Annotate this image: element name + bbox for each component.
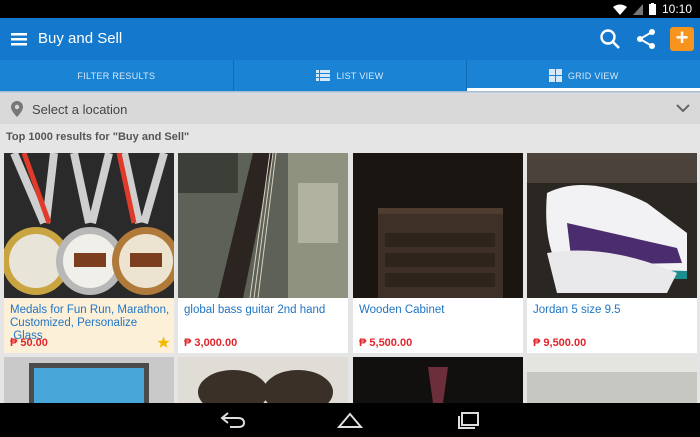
status-time: 10:10: [661, 2, 692, 16]
tab-label: LIST VIEW: [336, 70, 384, 81]
view-tabs: FILTER RESULTS LIST VIEW GRID VIEW: [0, 60, 700, 91]
listing-photo-medals: [4, 153, 174, 298]
listing-photo: [4, 357, 174, 403]
listing-card[interactable]: [527, 357, 697, 403]
location-pin-icon: [11, 101, 23, 117]
app-title: Buy and Sell: [38, 30, 123, 47]
listing-photo: [353, 357, 523, 403]
location-selector[interactable]: Select a location: [0, 94, 700, 124]
listing-photo: [527, 357, 697, 403]
listing-title: global bass guitar 2nd hand: [184, 304, 326, 316]
status-bar: 10:10: [0, 0, 700, 18]
listing-title: Jordan 5 size 9.5: [533, 304, 621, 316]
battery-icon: [648, 3, 656, 15]
listing-title: Wooden Cabinet: [359, 304, 445, 316]
tab-filter-results[interactable]: FILTER RESULTS: [0, 60, 234, 91]
share-icon[interactable]: [634, 27, 658, 51]
tab-label: GRID VIEW: [567, 70, 619, 81]
system-nav-bar: [0, 403, 700, 437]
tab-grid-view[interactable]: GRID VIEW: [467, 60, 700, 91]
list-icon: [316, 70, 331, 81]
listing-photo-cabinet: [353, 153, 523, 298]
listing-card[interactable]: Wooden Cabinet ₱ 5,500.00: [353, 153, 523, 353]
app-bar: Buy and Sell +: [0, 18, 700, 60]
add-listing-button[interactable]: +: [670, 27, 694, 51]
signal-icon: [632, 3, 643, 15]
location-label: Select a location: [32, 102, 128, 117]
wifi-icon: [612, 4, 627, 15]
listing-photo-sneakers: [527, 153, 697, 298]
grid-icon: [548, 69, 562, 82]
listing-card[interactable]: [178, 357, 348, 403]
listing-card[interactable]: [4, 357, 174, 403]
listing-price: ₱ 9,500.00: [533, 337, 587, 349]
listing-price: ₱ 50.00: [10, 337, 48, 349]
listing-card[interactable]: [353, 357, 523, 403]
menu-icon[interactable]: [10, 30, 28, 48]
tab-label: FILTER RESULTS: [77, 70, 156, 81]
listing-card[interactable]: Jordan 5 size 9.5 ₱ 9,500.00: [527, 153, 697, 353]
search-icon[interactable]: [598, 27, 622, 51]
listing-card[interactable]: Medals for Fun Run, Marathon, Customized…: [4, 153, 174, 353]
star-icon[interactable]: [157, 336, 170, 349]
results-count: Top 1000 results for "Buy and Sell": [6, 131, 190, 143]
chevron-down-icon: [676, 104, 690, 113]
back-icon[interactable]: [220, 411, 246, 429]
home-icon[interactable]: [337, 411, 363, 429]
listing-photo: [178, 357, 348, 403]
listing-price: ₱ 5,500.00: [359, 337, 413, 349]
listing-photo-guitar: [178, 153, 348, 298]
listing-card[interactable]: global bass guitar 2nd hand ₱ 3,000.00: [178, 153, 348, 353]
listing-price: ₱ 3,000.00: [184, 337, 238, 349]
tab-list-view[interactable]: LIST VIEW: [234, 60, 468, 91]
recent-apps-icon[interactable]: [456, 411, 482, 429]
